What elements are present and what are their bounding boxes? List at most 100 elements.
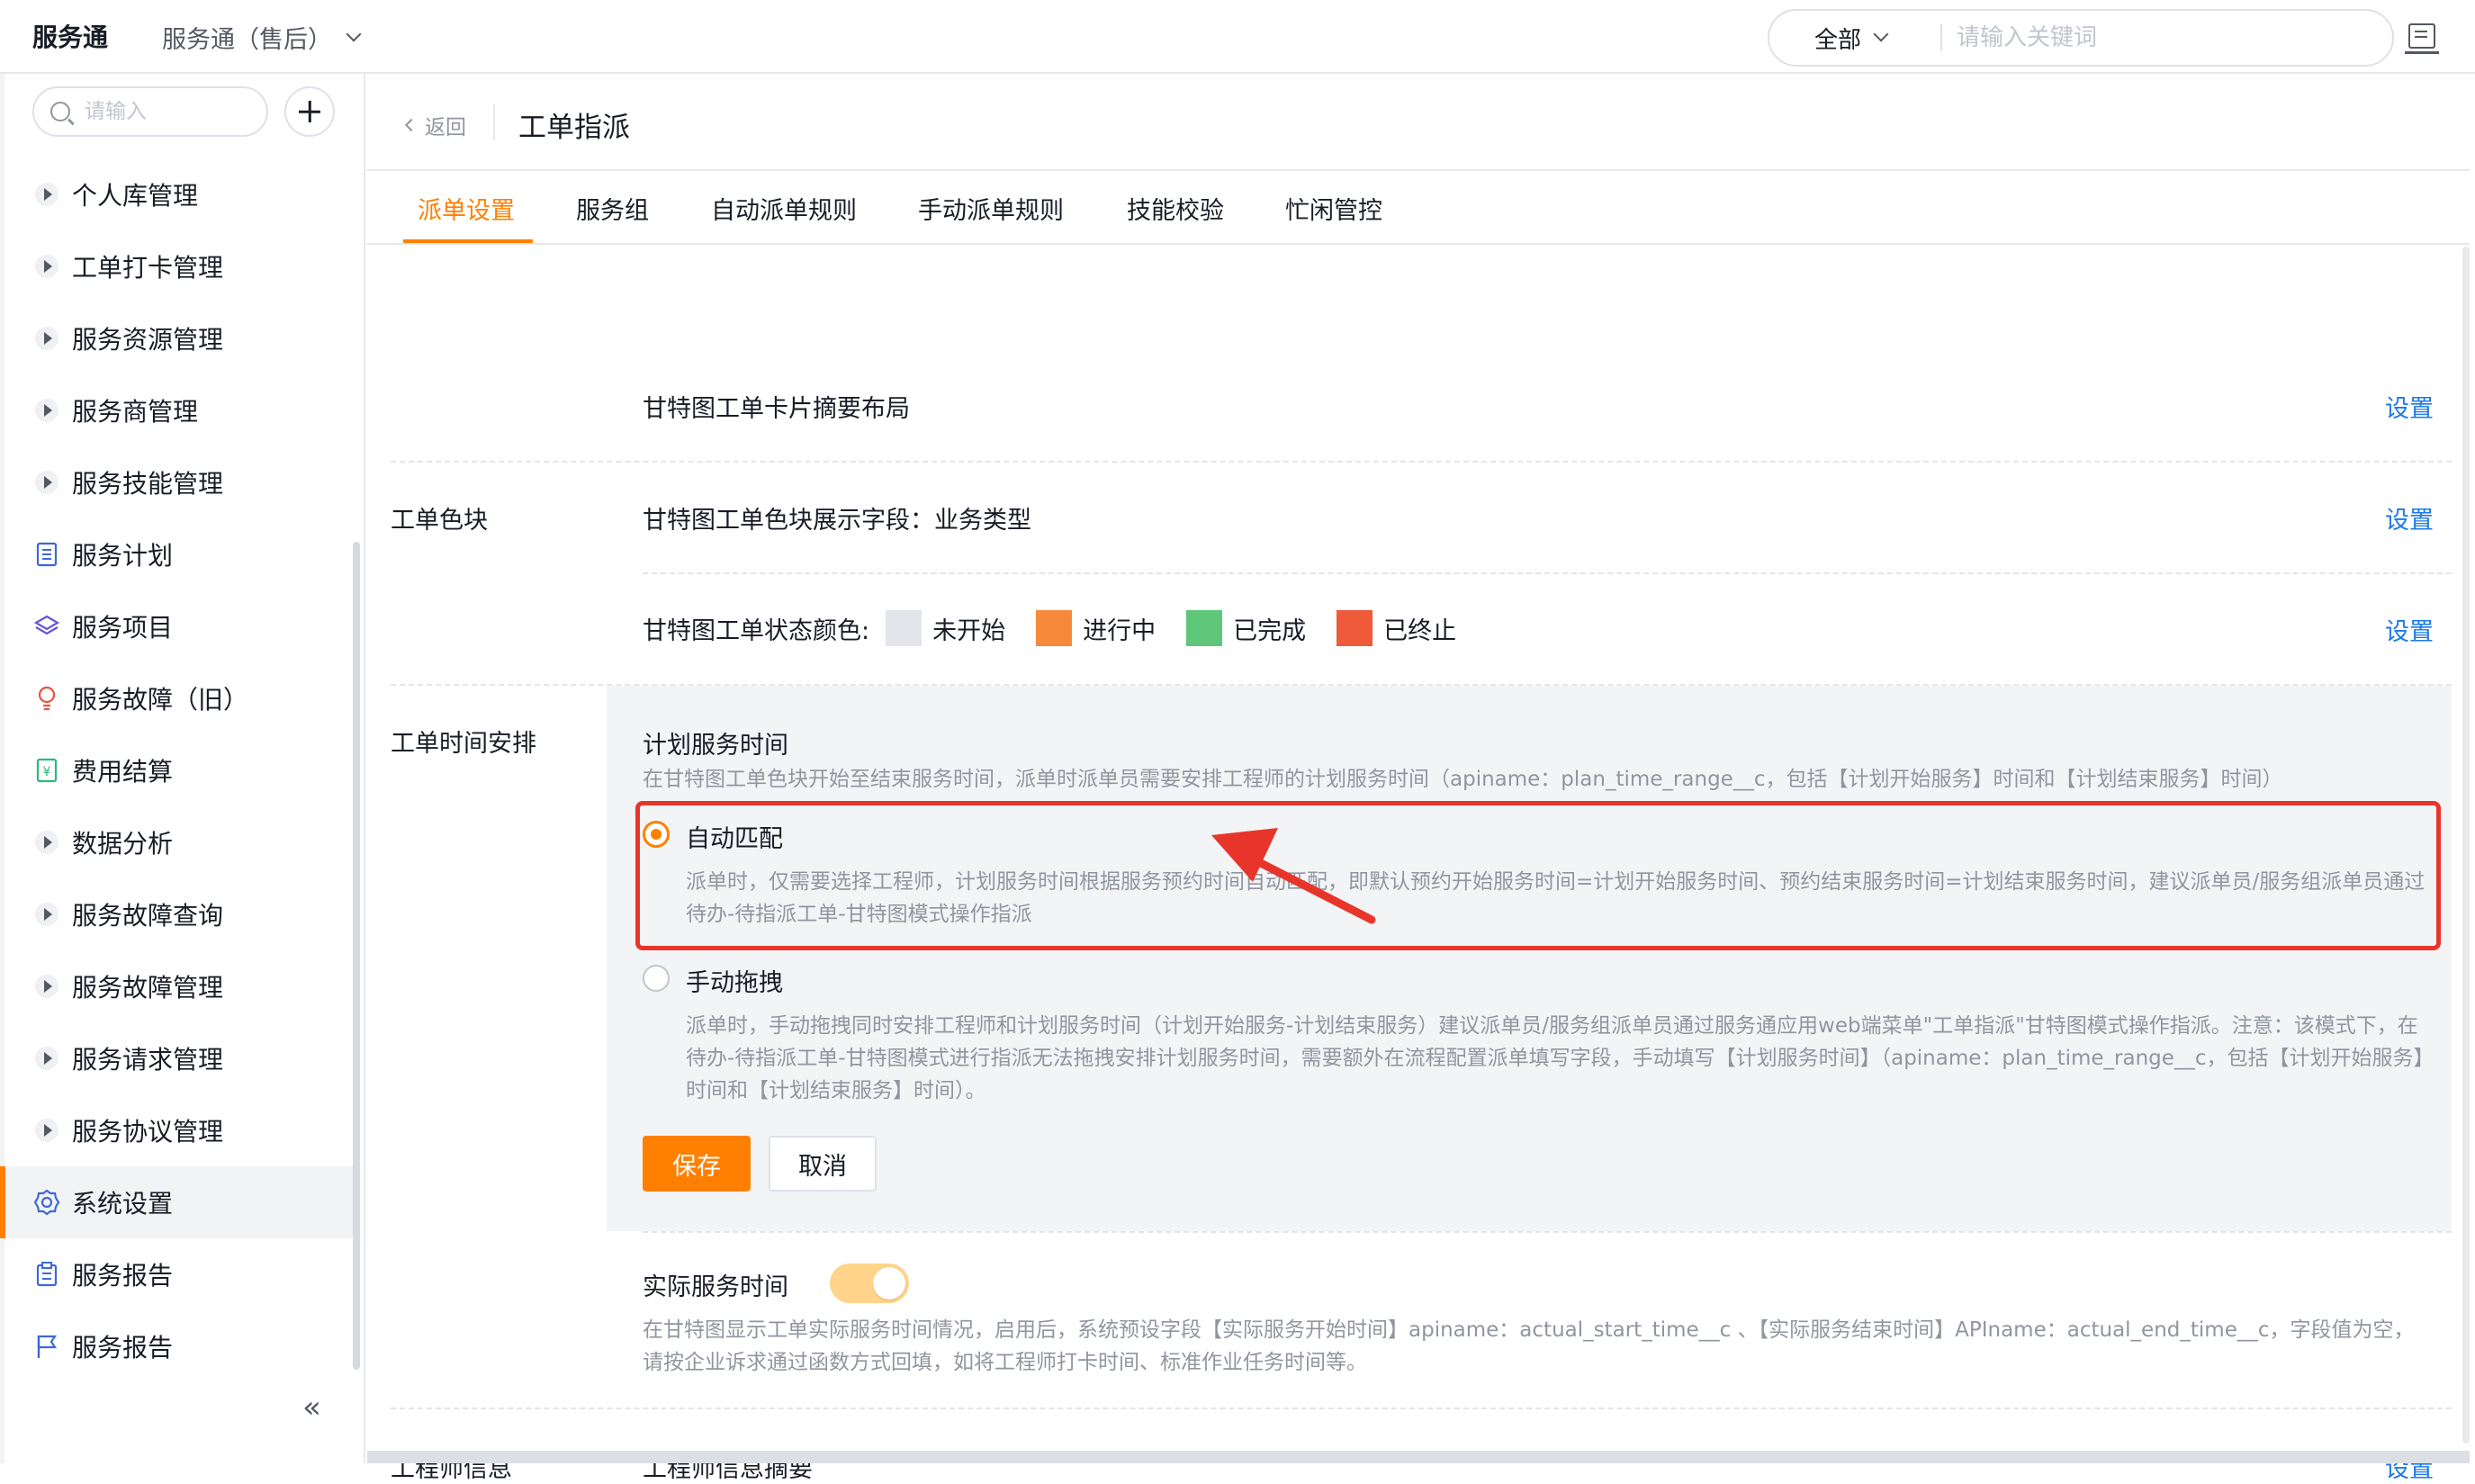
status-color-row: 甘特图工单状态颜色: 未开始 进行中 已完成 已终止 xyxy=(643,610,1487,646)
sidebar-search-input[interactable] xyxy=(85,100,247,123)
page-header: 返回 工单指派 xyxy=(367,74,2470,171)
back-link[interactable]: 返回 xyxy=(404,110,466,140)
content-scrollbar[interactable] xyxy=(2462,247,2470,1444)
color-block-settings-link[interactable]: 设置 xyxy=(2385,500,2434,535)
top-bar: 服务通 服务通（售后） 全部 xyxy=(0,0,2475,74)
settings-content: 甘特图工单卡片摘要布局 设置 工单色块 甘特图工单色块展示字段：业务类型 设置 … xyxy=(391,247,2452,1483)
horizontal-scrollbar[interactable] xyxy=(367,1451,2470,1463)
sidebar-item[interactable]: 服务商管理 xyxy=(0,374,356,446)
search-icon xyxy=(50,102,70,121)
sidebar-item[interactable]: 服务报告 xyxy=(0,1238,356,1310)
tab-auto-dispatch-rules[interactable]: 自动派单规则 xyxy=(711,191,857,226)
status-color-settings-link[interactable]: 设置 xyxy=(2385,612,2434,647)
collapse-sidebar-icon[interactable]: « xyxy=(302,1390,321,1426)
flag-icon xyxy=(32,1332,61,1361)
sidebar-search xyxy=(32,86,268,137)
sidebar-item[interactable]: 系统设置 xyxy=(0,1166,356,1238)
sidebar-item[interactable]: 服务故障管理 xyxy=(0,950,356,1022)
chevron-down-icon xyxy=(346,26,362,41)
app-switcher[interactable]: 服务通（售后） xyxy=(162,20,362,55)
tab-service-group[interactable]: 服务组 xyxy=(576,191,649,226)
actual-time-toggle[interactable] xyxy=(830,1264,909,1303)
sidebar-item[interactable]: 服务技能管理 xyxy=(0,446,356,518)
card-layout-settings-link[interactable]: 设置 xyxy=(2385,389,2434,424)
sidebar-item[interactable]: 工单打卡管理 xyxy=(0,230,356,302)
manual-drag-radio[interactable] xyxy=(643,965,670,992)
swatch-terminated xyxy=(1336,610,1373,646)
sidebar-menu: 个人库管理 工单打卡管理 服务资源管理 服务商管理 服务技能管理 服务计划 服务项目 服务故障… xyxy=(0,158,356,1382)
swatch-not-started xyxy=(886,610,922,646)
status-terminated: 已终止 xyxy=(1336,610,1456,646)
row-divider xyxy=(391,461,2452,463)
cancel-button[interactable]: 取消 xyxy=(769,1136,877,1192)
add-button[interactable] xyxy=(284,86,335,137)
sidebar: 个人库管理工单打卡管理服务资源管理服务商管理服务技能管理服务计划服务项目服务故障… xyxy=(0,74,365,1463)
sidebar-item[interactable]: 数据分析 xyxy=(0,806,356,878)
sidebar-scrollbar[interactable] xyxy=(353,542,360,1370)
chevron-down-icon xyxy=(1873,26,1889,42)
tab-dispatch-settings[interactable]: 派单设置 xyxy=(418,191,515,226)
monitor-icon[interactable] xyxy=(2405,23,2439,54)
caret-right-icon xyxy=(32,396,61,425)
manual-drag-label[interactable]: 手动拖拽 xyxy=(686,963,783,998)
sidebar-item-label: 系统设置 xyxy=(72,1189,174,1219)
search-scope-dropdown[interactable]: 全部 xyxy=(1769,22,1924,55)
sidebar-item-label: 服务计划 xyxy=(72,541,174,571)
row-divider xyxy=(643,572,2452,574)
sidebar-item-label: 服务技能管理 xyxy=(72,469,224,499)
chevron-left-icon xyxy=(404,118,418,132)
sidebar-item-label: 服务协议管理 xyxy=(72,1117,224,1147)
sidebar-item[interactable]: 服务计划 xyxy=(0,518,356,590)
plan-time-desc: 在甘特图工单色块开始至结束服务时间，派单时派单员需要安排工程师的计划服务时间（a… xyxy=(643,768,2283,791)
list-icon xyxy=(32,540,61,569)
active-tab-indicator xyxy=(403,239,533,243)
caret-right-icon xyxy=(32,1116,61,1145)
swatch-label: 进行中 xyxy=(1083,616,1156,645)
sidebar-item[interactable]: 服务报告 xyxy=(0,1310,356,1382)
sidebar-item[interactable]: 服务协议管理 xyxy=(0,1094,356,1166)
caret-right-icon xyxy=(32,900,61,929)
swatch-completed xyxy=(1186,610,1223,646)
caret-right-icon xyxy=(32,180,61,209)
row-divider xyxy=(643,1231,2452,1233)
row-divider xyxy=(391,1408,2452,1409)
sidebar-item-label: 服务故障查询 xyxy=(72,901,224,931)
main-panel: 返回 工单指派 派单设置 服务组 自动派单规则 手动派单规则 技能校验 忙闲管控… xyxy=(367,74,2475,1483)
sidebar-item-label: 服务报告 xyxy=(72,1261,174,1291)
global-search-input[interactable] xyxy=(1957,24,2353,51)
gear-icon xyxy=(32,1188,61,1217)
save-button[interactable]: 保存 xyxy=(643,1136,751,1192)
tab-skill-check[interactable]: 技能校验 xyxy=(1127,191,1224,226)
sidebar-item-label: 个人库管理 xyxy=(72,181,199,211)
sidebar-item[interactable]: 服务资源管理 xyxy=(0,302,356,374)
tab-manual-dispatch-rules[interactable]: 手动派单规则 xyxy=(918,191,1064,226)
actual-time-desc: 在甘特图显示工单实际服务时间情况，启用后，系统预设字段【实际服务开始时间】api… xyxy=(643,1318,2415,1374)
caret-right-icon xyxy=(32,1044,61,1073)
auto-match-desc: 派单时，仅需要选择工程师，计划服务时间根据服务预约时间自动匹配，即默认预约开始服… xyxy=(686,870,2426,926)
yen-doc-icon: ¥ xyxy=(32,756,61,785)
status-completed: 已完成 xyxy=(1186,610,1306,646)
auto-match-label[interactable]: 自动匹配 xyxy=(686,819,783,854)
caret-right-icon xyxy=(32,972,61,1001)
sidebar-item[interactable]: 服务请求管理 xyxy=(0,1022,356,1094)
bulb-icon xyxy=(32,684,61,713)
tab-busy-control[interactable]: 忙闲管控 xyxy=(1285,191,1382,226)
page-title: 工单指派 xyxy=(518,112,630,144)
sidebar-item[interactable]: ¥ 费用结算 xyxy=(0,734,356,806)
sidebar-item[interactable]: 服务项目 xyxy=(0,590,356,662)
actual-time-title: 实际服务时间 xyxy=(643,1273,788,1301)
global-search: 全部 xyxy=(1768,9,2394,67)
sidebar-item-label: 数据分析 xyxy=(72,829,174,859)
clipboard-icon xyxy=(32,1260,61,1289)
sidebar-item[interactable]: 个人库管理 xyxy=(0,158,356,230)
gantt-card-layout-text: 甘特图工单卡片摘要布局 xyxy=(643,395,910,423)
sidebar-item-label: 服务资源管理 xyxy=(72,325,224,355)
header-divider xyxy=(493,104,495,140)
auto-match-radio[interactable] xyxy=(643,821,670,848)
search-divider xyxy=(1940,24,1942,51)
status-color-label: 甘特图工单状态颜色: xyxy=(643,616,870,645)
color-block-value: 甘特图工单色块展示字段：业务类型 xyxy=(643,507,1031,535)
manual-drag-desc: 派单时，手动拖拽同时安排工程师和计划服务时间（计划开始服务-计划结束服务）建议派… xyxy=(686,1014,2425,1102)
sidebar-item[interactable]: 服务故障（旧） xyxy=(0,662,356,734)
sidebar-item[interactable]: 服务故障查询 xyxy=(0,878,356,950)
